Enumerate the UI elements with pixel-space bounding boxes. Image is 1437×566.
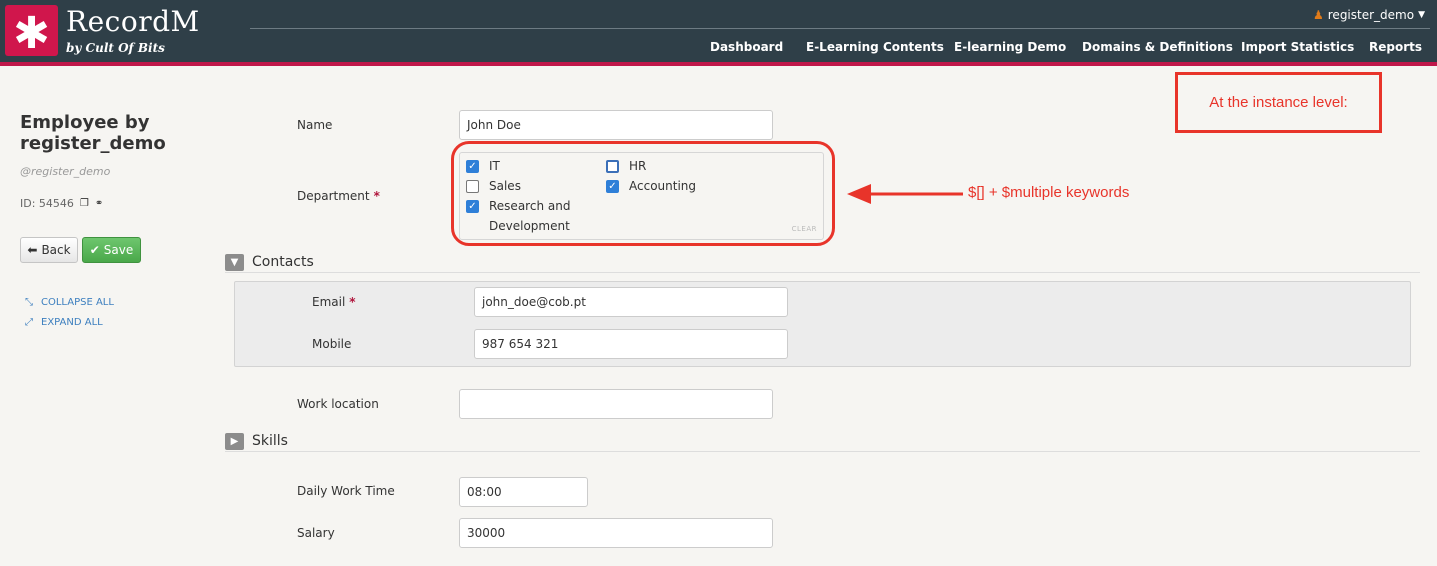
contacts-section-title: Contacts xyxy=(252,254,314,270)
salary-value: 30000 xyxy=(467,526,506,540)
daily-work-time-input[interactable]: 08:00 xyxy=(459,477,588,507)
record-id: ID: 54546 ❐ ⚭ xyxy=(20,197,103,210)
nav-e-learning-demo[interactable]: E-learning Demo xyxy=(954,40,1066,54)
check-icon: ✔ xyxy=(89,243,100,257)
expand-all-label: EXPAND ALL xyxy=(41,317,103,328)
page-title: Employee by register_demo xyxy=(20,112,166,154)
name-value: John Doe xyxy=(467,118,521,132)
user-icon: ♟ xyxy=(1313,8,1324,22)
nav-domains-definitions[interactable]: Domains & Definitions xyxy=(1082,40,1233,54)
required-marker: * xyxy=(373,189,380,203)
annotation-instance-text: At the instance level: xyxy=(1209,94,1348,111)
nav-import-statistics[interactable]: Import Statistics xyxy=(1241,40,1354,54)
back-button[interactable]: ⬅ Back xyxy=(20,237,78,263)
page-subtitle: @register_demo xyxy=(20,165,111,178)
brand-name: RecordM xyxy=(66,5,200,38)
mobile-label: Mobile xyxy=(312,337,352,351)
header-divider xyxy=(250,28,1430,29)
contacts-section-header[interactable]: ▼ Contacts xyxy=(225,253,1420,273)
annotation-instance-box: At the instance level: xyxy=(1175,72,1382,133)
nav-dashboard[interactable]: Dashboard xyxy=(710,40,783,54)
arrow-left-icon: ⬅ xyxy=(27,243,38,257)
chevron-right-icon[interactable]: ▶ xyxy=(225,433,244,450)
annotation-highlight-ring xyxy=(451,141,835,246)
salary-input[interactable]: 30000 xyxy=(459,518,773,548)
save-button-label: Save xyxy=(103,243,134,257)
caret-down-icon: ▼ xyxy=(1418,10,1425,20)
email-value: john_doe@cob.pt xyxy=(482,295,586,309)
department-label: Department * xyxy=(297,189,380,203)
header-accent-stripe xyxy=(0,62,1437,66)
user-name: register_demo xyxy=(1327,8,1415,22)
work-location-input[interactable] xyxy=(459,389,773,419)
daily-work-time-value: 08:00 xyxy=(467,485,502,499)
nav-reports[interactable]: Reports xyxy=(1369,40,1422,54)
collapse-all-label: COLLAPSE ALL xyxy=(41,297,114,308)
department-label-text: Department xyxy=(297,189,370,203)
annotation-keywords-text: $[] + $multiple keywords xyxy=(968,184,1130,201)
chevron-down-icon[interactable]: ▼ xyxy=(225,254,244,271)
expand-all-link[interactable]: ⤢ EXPAND ALL xyxy=(25,317,103,328)
skills-section-header[interactable]: ▶ Skills xyxy=(225,432,1420,452)
nav-e-learning-contents[interactable]: E-Learning Contents xyxy=(806,40,944,54)
collapse-all-link[interactable]: ⤡ COLLAPSE ALL xyxy=(25,297,114,308)
link-icon[interactable]: ⚭ xyxy=(95,198,103,209)
mobile-value: 987 654 321 xyxy=(482,337,559,351)
record-id-label: ID: 54546 xyxy=(20,197,74,210)
app-header: ✱ RecordM by Cult Of Bits ♟ register_dem… xyxy=(0,0,1437,62)
user-menu[interactable]: ♟ register_demo ▼ xyxy=(1313,8,1425,22)
required-marker: * xyxy=(349,295,356,309)
copy-icon[interactable]: ❐ xyxy=(80,198,89,209)
email-label: Email * xyxy=(312,295,356,309)
back-button-label: Back xyxy=(41,243,71,257)
save-button[interactable]: ✔ Save xyxy=(82,237,141,263)
expand-icon: ⤢ xyxy=(25,317,33,328)
email-label-text: Email xyxy=(312,295,346,309)
mobile-input[interactable]: 987 654 321 xyxy=(474,329,788,359)
collapse-icon: ⤡ xyxy=(25,297,33,308)
contacts-panel xyxy=(234,281,1411,367)
name-label: Name xyxy=(297,118,333,132)
skills-section-title: Skills xyxy=(252,433,288,449)
work-location-label: Work location xyxy=(297,397,379,411)
email-input[interactable]: john_doe@cob.pt xyxy=(474,287,788,317)
daily-work-time-label: Daily Work Time xyxy=(297,484,395,498)
annotation-arrow-icon xyxy=(847,184,963,204)
name-input[interactable]: John Doe xyxy=(459,110,773,140)
main-nav: Dashboard E-Learning Contents E-learning… xyxy=(0,40,1437,60)
salary-label: Salary xyxy=(297,526,335,540)
